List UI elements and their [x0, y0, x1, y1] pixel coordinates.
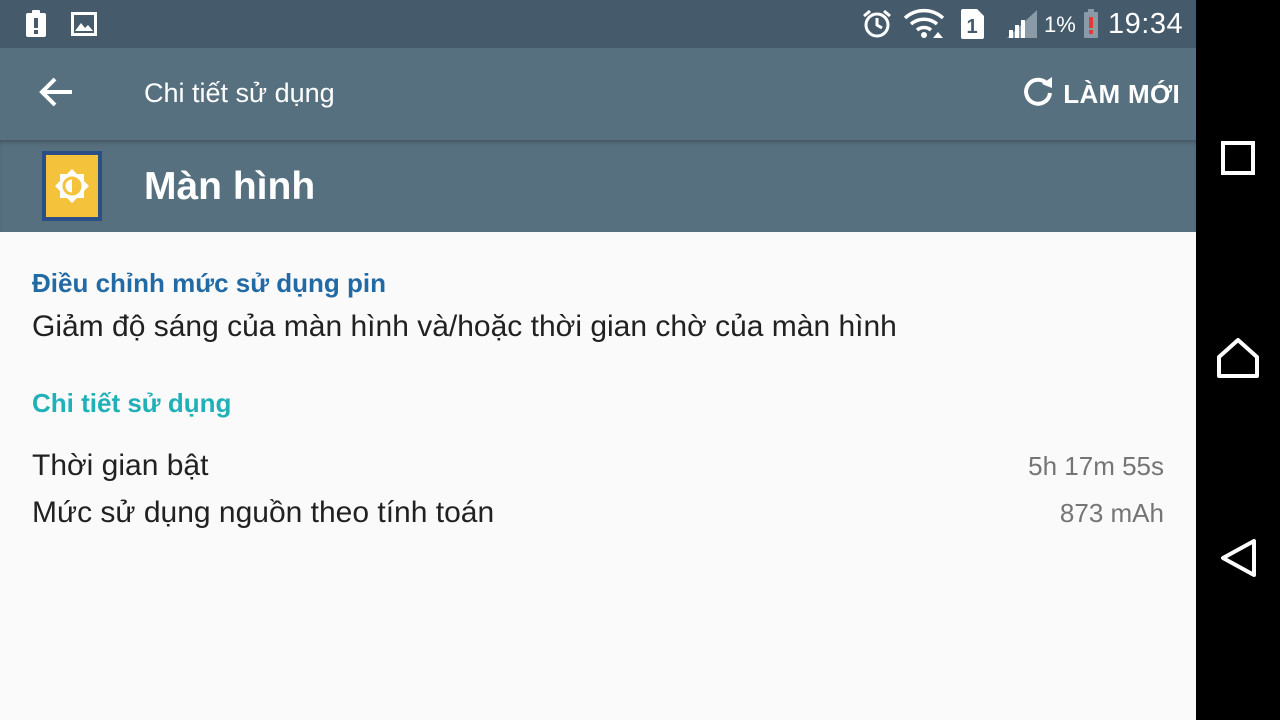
detail-value: 873 mAh [1059, 497, 1164, 528]
refresh-icon [1021, 75, 1055, 114]
back-arrow-icon [38, 76, 74, 113]
status-bar: 1 1% 19:34 [0, 0, 1196, 48]
back-icon [1218, 538, 1258, 583]
wifi-icon [902, 8, 946, 40]
svg-text:1: 1 [966, 16, 977, 38]
details-section-title: Chi tiết sử dụng [32, 388, 232, 418]
detail-row-power-use: Mức sử dụng nguồn theo tính toán 873 mAh [32, 491, 1164, 535]
detail-label: Thời gian bật [32, 449, 209, 482]
app-bar: Chi tiết sử dụng LÀM MỚI [0, 48, 1196, 140]
detail-label: Mức sử dụng nguồn theo tính toán [32, 496, 495, 529]
battery-icon [1082, 8, 1100, 40]
tip-text: Giảm độ sáng của màn hình và/hoặc thời g… [32, 310, 897, 343]
detail-value: 5h 17m 55s [1028, 450, 1164, 481]
refresh-button[interactable]: LÀM MỚI [1021, 70, 1180, 118]
clock-time: 19:34 [1108, 8, 1184, 40]
app-header: Màn hình [0, 140, 1196, 232]
recents-icon [1220, 140, 1256, 181]
home-button[interactable] [1196, 318, 1280, 402]
page-title: Chi tiết sử dụng [144, 78, 335, 108]
alarm-icon [860, 8, 894, 40]
signal-icon [1004, 8, 1040, 40]
back-nav-button[interactable] [1196, 518, 1280, 602]
navigation-bar [1196, 0, 1280, 720]
refresh-label: LÀM MỚI [1063, 78, 1180, 109]
sim-icon: 1 [958, 8, 986, 40]
gallery-icon [70, 8, 98, 40]
warning-icon [24, 8, 48, 40]
home-icon [1216, 337, 1260, 384]
recents-button[interactable] [1196, 118, 1280, 202]
brightness-icon [41, 150, 103, 222]
battery-percent: 1% [1044, 12, 1076, 37]
detail-row-on-time: Thời gian bật 5h 17m 55s [32, 444, 1164, 488]
screen: 1 1% 19:34 Chi tiết sử dụng LÀM MỚI Màn … [0, 0, 1196, 720]
tip-title: Điều chỉnh mức sử dụng pin [32, 268, 386, 298]
app-name: Màn hình [144, 165, 316, 208]
back-button[interactable] [28, 66, 84, 122]
